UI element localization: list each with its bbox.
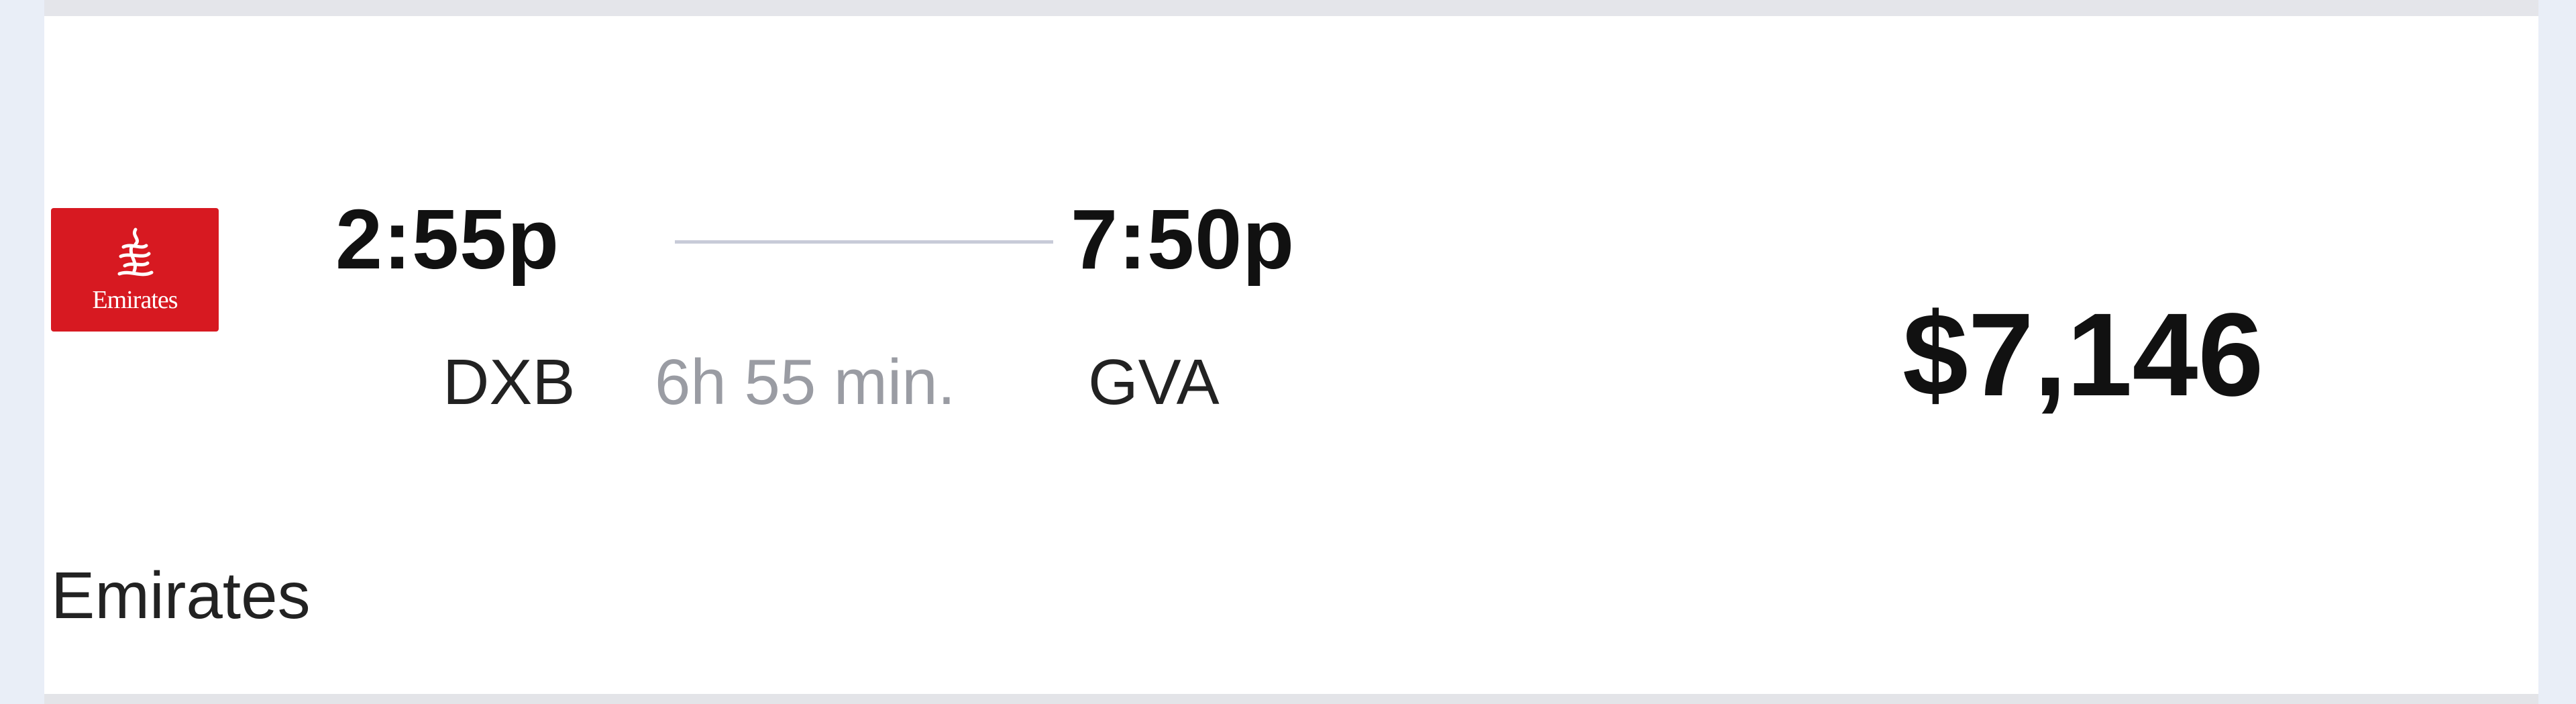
arrival-airport-code: GVA (1088, 346, 1220, 418)
emirates-logo-icon: Emirates (51, 208, 219, 332)
card-bottom-border (44, 694, 2538, 704)
airline-name: Emirates (51, 558, 311, 632)
departure-airport-code: DXB (443, 346, 576, 418)
logo-wordmark: Emirates (92, 286, 178, 314)
app-frame: Emirates 2:55p 7:50p DXB 6h 55 min. GVA … (0, 0, 2576, 704)
previous-card-edge (44, 0, 2538, 16)
emirates-calligraphy-icon (117, 228, 154, 276)
route-line (675, 240, 1053, 244)
flight-price[interactable]: $7,146 (1902, 285, 2263, 425)
flight-duration: 6h 55 min. (655, 346, 956, 418)
departure-time: 2:55p (335, 192, 560, 287)
arrival-time: 7:50p (1071, 192, 1295, 287)
